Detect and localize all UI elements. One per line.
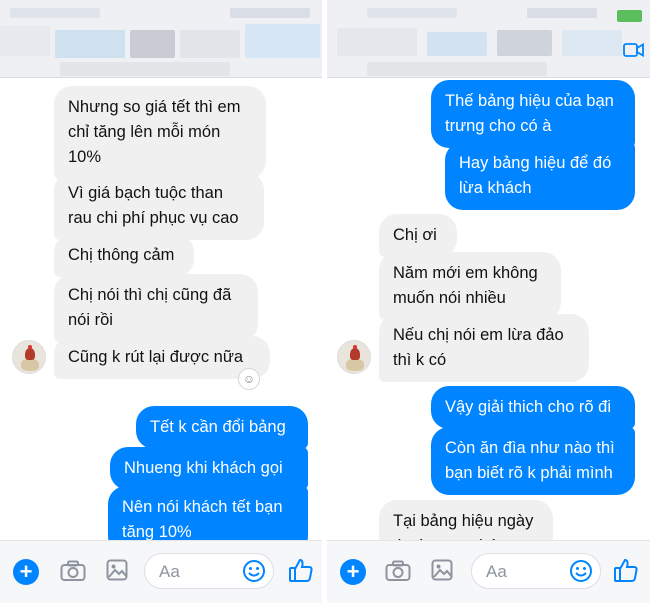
contact-avatar[interactable] [337, 340, 371, 374]
image-icon[interactable] [431, 559, 453, 581]
chat-panel-left: Nhưng so giá tết thì em chỉ tăng lên mỗi… [0, 0, 322, 603]
plus-icon[interactable]: + [13, 559, 39, 585]
camera-icon[interactable] [385, 560, 411, 582]
message-input[interactable]: Aa [144, 553, 274, 589]
chat-panel-right: Thế bảng hiệu của bạn trưng cho có à Hay… [327, 0, 650, 603]
blurred-header [327, 0, 650, 78]
message-composer: + Aa [0, 540, 322, 603]
message-list[interactable]: Thế bảng hiệu của bạn trưng cho có à Hay… [327, 78, 650, 540]
message-received[interactable]: Nhưng so giá tết thì em chỉ tăng lên mỗi… [54, 86, 266, 179]
message-input-placeholder: Aa [159, 562, 180, 581]
like-icon[interactable] [613, 557, 639, 583]
add-reaction-icon[interactable]: ☺ [238, 368, 260, 390]
message-sent[interactable]: Vậy giải thich cho rõ đi [431, 386, 635, 429]
message-sent[interactable]: Hay bảng hiệu để đó lừa khách [445, 142, 635, 210]
message-sent[interactable]: Nên nói khách tết bạn tăng 10% [108, 486, 308, 540]
message-received[interactable]: Năm mới em không muốn nói nhiều [379, 252, 561, 320]
blurred-header [0, 0, 322, 78]
message-received[interactable]: Nếu chị nói em lừa đảo thì k có [379, 314, 589, 382]
emoji-icon[interactable] [242, 559, 266, 583]
message-input[interactable]: Aa [471, 553, 601, 589]
message-received[interactable]: Tại bảng hiệu ngày thường em bán [379, 500, 553, 540]
emoji-icon[interactable] [569, 559, 593, 583]
message-sent[interactable]: Thế bảng hiệu của bạn trưng cho có à [431, 80, 635, 148]
plus-icon[interactable]: + [340, 559, 366, 585]
message-received[interactable]: Chị nói thì chị cũng đã nói rồi [54, 274, 258, 342]
message-received[interactable]: Chị thông cảm [54, 234, 194, 277]
message-received[interactable]: Cũng k rút lại được nữa [54, 336, 270, 379]
message-received[interactable]: Vì giá bạch tuộc than rau chi phí phục v… [54, 172, 264, 240]
message-sent[interactable]: Còn ăn đìa như nào thì bạn biết rõ k phả… [431, 427, 635, 495]
message-list[interactable]: Nhưng so giá tết thì em chỉ tăng lên mỗi… [0, 78, 322, 540]
message-received[interactable]: Chị ơi [379, 214, 457, 257]
image-icon[interactable] [106, 559, 128, 581]
message-input-placeholder: Aa [486, 562, 507, 581]
message-sent[interactable]: Tết k cần đổi bảng [136, 406, 308, 449]
video-call-icon[interactable] [623, 42, 645, 58]
message-sent[interactable]: Nhueng khi khách gọi [110, 447, 308, 490]
camera-icon[interactable] [60, 560, 86, 582]
message-composer: + Aa [327, 540, 650, 603]
contact-avatar[interactable] [12, 340, 46, 374]
like-icon[interactable] [288, 557, 314, 583]
